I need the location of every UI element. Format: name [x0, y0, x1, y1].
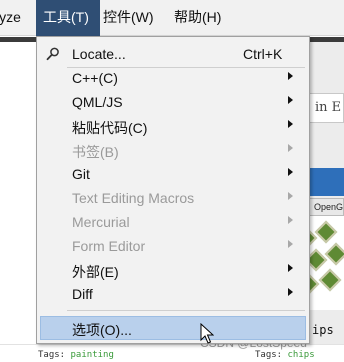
menu-bar: lyze 工具(T) 控件(W) 帮助(H) — [0, 0, 344, 36]
submenu-arrow-icon — [288, 72, 293, 80]
submenu-arrow-icon — [288, 240, 293, 248]
submenu-arrow-icon — [288, 144, 293, 152]
menu-separator — [67, 310, 305, 311]
submenu-arrow-icon — [288, 264, 293, 272]
menu-item-label: Git — [72, 166, 90, 182]
menu-item-bookmarks[interactable]: 书签(B) — [37, 138, 309, 162]
submenu-arrow-icon — [288, 192, 293, 200]
mouse-cursor-icon — [200, 323, 214, 344]
menu-item-external[interactable]: 外部(E) — [37, 258, 309, 282]
tags-label: Tags: — [255, 350, 283, 360]
submenu-arrow-icon — [288, 168, 293, 176]
chip-shape — [318, 268, 342, 292]
chip-shape — [324, 242, 344, 266]
menu-item-options[interactable]: 选项(O)... — [40, 316, 306, 340]
tag-chips[interactable]: chips — [288, 350, 315, 360]
menu-item-label: Form Editor — [72, 238, 146, 254]
tags-left: Tags: painting — [38, 350, 114, 360]
menu-help[interactable]: 帮助(H) — [174, 0, 221, 36]
tags-right: Tags: chips — [255, 350, 315, 360]
chip-shape — [314, 220, 338, 244]
menu-item-label: C++(C) — [72, 70, 118, 86]
header-bar — [308, 168, 344, 196]
menu-item-label: 选项(O)... — [72, 322, 132, 338]
menu-item-locate[interactable]: Locate... Ctrl+K — [37, 42, 309, 66]
menu-controls[interactable]: 控件(W) — [103, 0, 154, 36]
submenu-arrow-icon — [288, 216, 293, 224]
menu-tools[interactable]: 工具(T) — [36, 0, 100, 36]
menu-item-qmljs[interactable]: QML/JS — [37, 90, 309, 114]
menu-item-cpp[interactable]: C++(C) — [37, 66, 309, 90]
tools-menu: Locate... Ctrl+K C++(C) QML/JS 粘贴代码(C) 书… — [36, 36, 310, 344]
tab-opengl[interactable]: OpenG — [308, 198, 344, 216]
tag-painting[interactable]: painting — [71, 350, 114, 360]
tags-label: Tags: — [38, 350, 66, 360]
menu-item-text-editing-macros[interactable]: Text Editing Macros — [37, 186, 309, 210]
menu-item-mercurial[interactable]: Mercurial — [37, 210, 309, 234]
menu-item-label: QML/JS — [72, 94, 123, 110]
example-title: ips — [312, 323, 334, 337]
menu-item-label: Locate... — [72, 46, 126, 62]
submenu-arrow-icon — [288, 120, 293, 128]
submenu-arrow-icon — [288, 96, 293, 104]
menu-item-diff[interactable]: Diff — [37, 282, 309, 306]
menu-item-label: Text Editing Macros — [72, 190, 195, 206]
menu-item-label: Mercurial — [72, 214, 130, 230]
submenu-arrow-icon — [288, 288, 293, 296]
menu-item-git[interactable]: Git — [37, 162, 309, 186]
menu-item-paste-code[interactable]: 粘贴代码(C) — [37, 114, 309, 138]
menu-analyze[interactable]: lyze — [0, 0, 21, 36]
menu-item-label: 书签(B) — [72, 144, 119, 160]
menu-item-label: Diff — [72, 286, 93, 302]
menu-item-form-editor[interactable]: Form Editor — [37, 234, 309, 258]
menu-item-shortcut: Ctrl+K — [243, 46, 283, 62]
search-icon — [46, 47, 59, 61]
menu-item-label: 粘贴代码(C) — [72, 120, 148, 136]
menu-item-label: 外部(E) — [72, 264, 119, 280]
